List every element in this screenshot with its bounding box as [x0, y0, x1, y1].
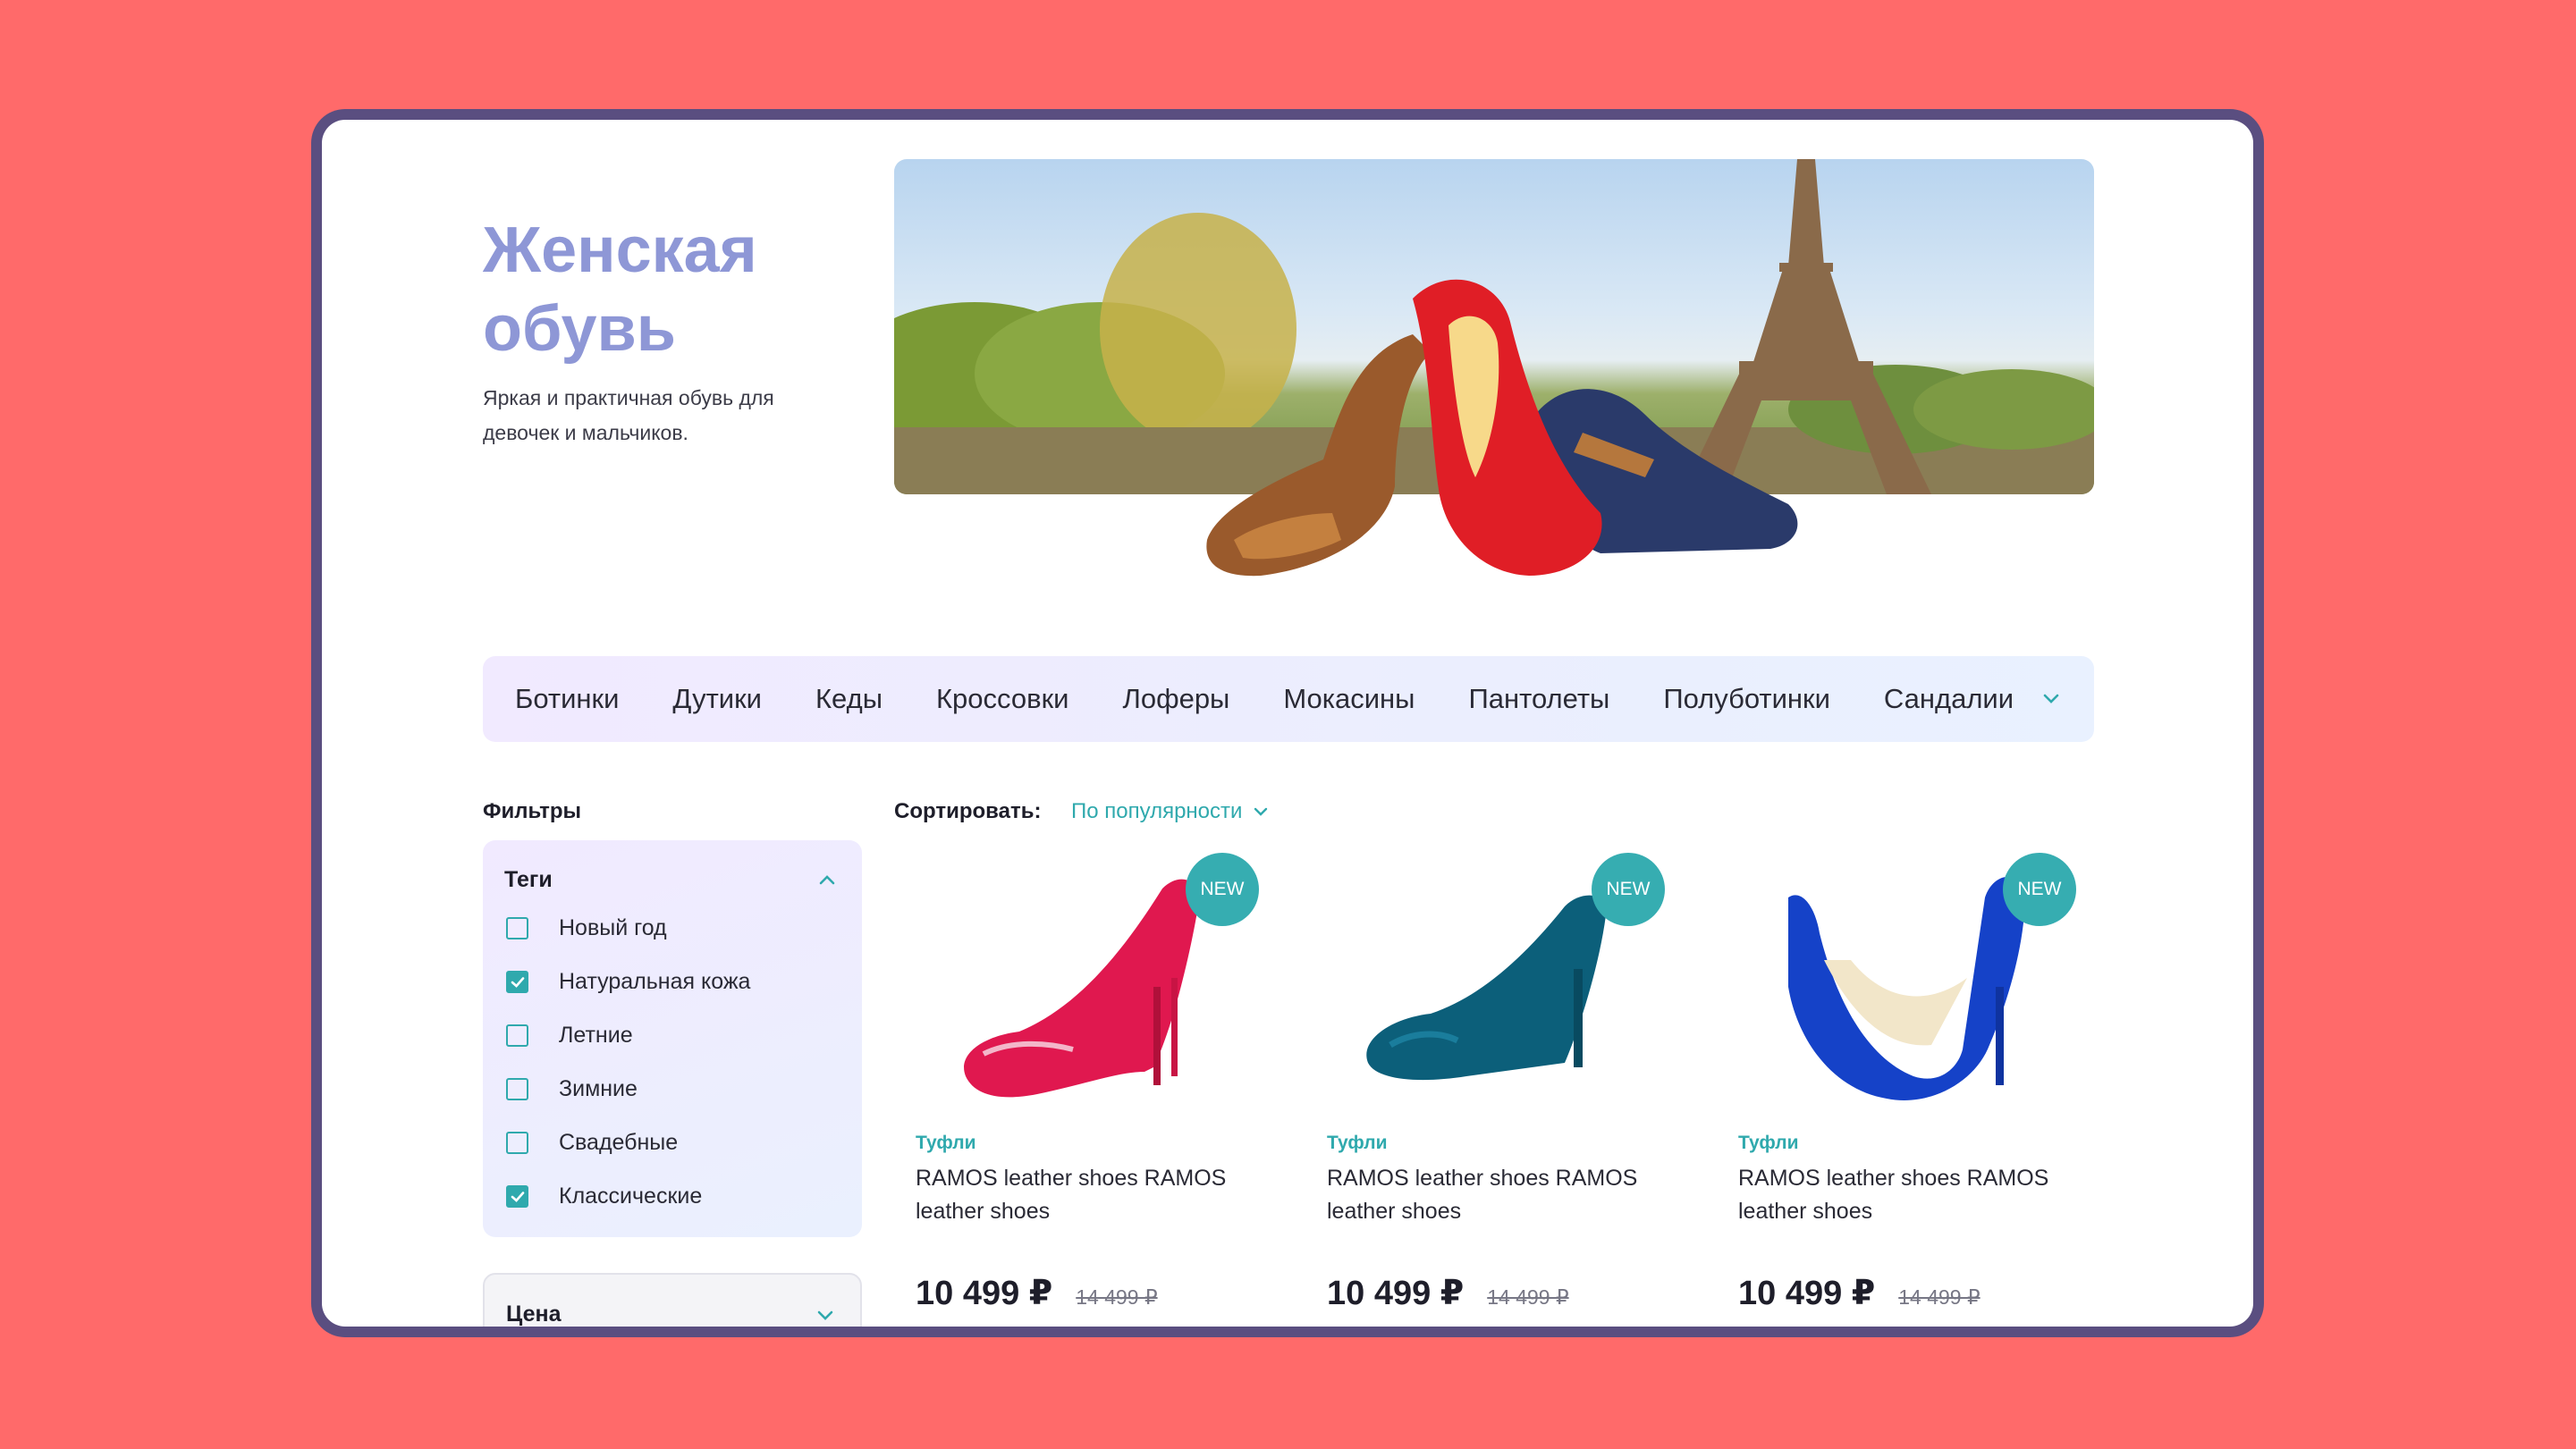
device-frame: Женская обувь Яркая и практичная обувь д… — [311, 109, 2264, 1337]
product-title[interactable]: RAMOS leather shoes RAMOS leather shoes — [1738, 1162, 2060, 1228]
page-title: Женская обувь — [483, 215, 757, 365]
page-subtitle: Яркая и практичная обувь для девочек и м… — [483, 386, 774, 444]
product-price-row: 10 499 ₽ 14 499 ₽ — [916, 1273, 1158, 1313]
tag-option-wedding[interactable]: Свадебные — [506, 1130, 678, 1156]
tag-label: Натуральная кожа — [559, 969, 751, 994]
category-item-pantolety[interactable]: Пантолеты — [1468, 683, 1609, 715]
product-price: 10 499 ₽ — [1327, 1275, 1465, 1312]
price-filter-panel[interactable]: Цена — [483, 1273, 862, 1327]
product-category[interactable]: Туфли — [1327, 1133, 1388, 1154]
category-item-krossovki[interactable]: Кроссовки — [936, 683, 1068, 715]
tags-filter-panel: Теги Новый год Натуральная кожа Летние З… — [483, 840, 862, 1237]
checkbox[interactable] — [506, 1078, 528, 1100]
checkmark-icon — [511, 1191, 524, 1202]
filters-heading: Фильтры — [483, 799, 582, 823]
category-item-lofery[interactable]: Лоферы — [1122, 683, 1229, 715]
product-old-price: 14 499 ₽ — [1487, 1285, 1569, 1309]
tag-option-winter[interactable]: Зимние — [506, 1076, 638, 1102]
category-item-sandalii[interactable]: Сандалии — [1884, 683, 2014, 715]
price-filter-title[interactable]: Цена — [506, 1302, 561, 1327]
tag-option-summer[interactable]: Летние — [506, 1023, 633, 1049]
product-price: 10 499 ₽ — [916, 1275, 1053, 1312]
category-item-mokasiny[interactable]: Мокасины — [1283, 683, 1415, 715]
product-category[interactable]: Туфли — [1738, 1133, 1799, 1154]
product-card[interactable]: NEW Туфли RAMOS leather shoes RAMOS leat… — [1305, 853, 1681, 1327]
new-badge: NEW — [2003, 853, 2076, 926]
checkbox-checked[interactable] — [506, 971, 528, 993]
new-badge: NEW — [1592, 853, 1665, 926]
page-screen: Женская обувь Яркая и практичная обувь д… — [322, 120, 2253, 1327]
product-price-row: 10 499 ₽ 14 499 ₽ — [1327, 1273, 1569, 1313]
tag-option-new-year[interactable]: Новый год — [506, 915, 667, 941]
chevron-down-icon[interactable] — [815, 1305, 835, 1325]
product-title[interactable]: RAMOS leather shoes RAMOS leather shoes — [1327, 1162, 1649, 1228]
product-price-row: 10 499 ₽ 14 499 ₽ — [1738, 1273, 1981, 1313]
product-title[interactable]: RAMOS leather shoes RAMOS leather shoes — [916, 1162, 1237, 1228]
category-nav: Ботинки Дутики Кеды Кроссовки Лоферы Мок… — [483, 656, 2094, 742]
product-price: 10 499 ₽ — [1738, 1275, 1876, 1312]
category-item-dutiki[interactable]: Дутики — [672, 683, 762, 715]
tag-option-classic[interactable]: Классические — [506, 1184, 702, 1209]
product-old-price: 14 499 ₽ — [1898, 1285, 1981, 1309]
product-old-price: 14 499 ₽ — [1076, 1285, 1158, 1309]
new-badge: NEW — [1186, 853, 1259, 926]
tag-label: Летние — [559, 1023, 633, 1048]
checkbox[interactable] — [506, 1024, 528, 1047]
tag-option-genuine-leather[interactable]: Натуральная кожа — [506, 969, 750, 995]
chevron-up-icon[interactable] — [817, 871, 837, 890]
checkbox[interactable] — [506, 1132, 528, 1154]
category-item-kedy[interactable]: Кеды — [815, 683, 883, 715]
category-item-polubotinki[interactable]: Полуботинки — [1663, 683, 1830, 715]
product-card[interactable]: NEW Туфли RAMOS leather shoes RAMOS leat… — [894, 853, 1270, 1327]
product-card[interactable]: NEW Туфли RAMOS leather shoes RAMOS leat… — [1717, 853, 2092, 1327]
product-category[interactable]: Туфли — [916, 1133, 976, 1154]
chevron-down-icon[interactable] — [2040, 688, 2062, 710]
tag-label: Свадебные — [559, 1130, 679, 1155]
tag-label: Зимние — [559, 1076, 638, 1101]
sort-dropdown[interactable]: По популярности — [1071, 799, 1269, 824]
tags-filter-title[interactable]: Теги — [504, 867, 553, 893]
sort-label: Сортировать: — [894, 799, 1042, 823]
tag-label: Классические — [559, 1184, 703, 1209]
chevron-down-icon — [1254, 807, 1268, 816]
checkmark-icon — [511, 976, 524, 988]
hero-shoes-image — [1206, 279, 1798, 577]
tag-label: Новый год — [559, 915, 667, 940]
checkbox[interactable] — [506, 917, 528, 939]
sort-value: По популярности — [1071, 799, 1243, 823]
checkbox-checked[interactable] — [506, 1185, 528, 1208]
category-item-botinki[interactable]: Ботинки — [515, 683, 619, 715]
